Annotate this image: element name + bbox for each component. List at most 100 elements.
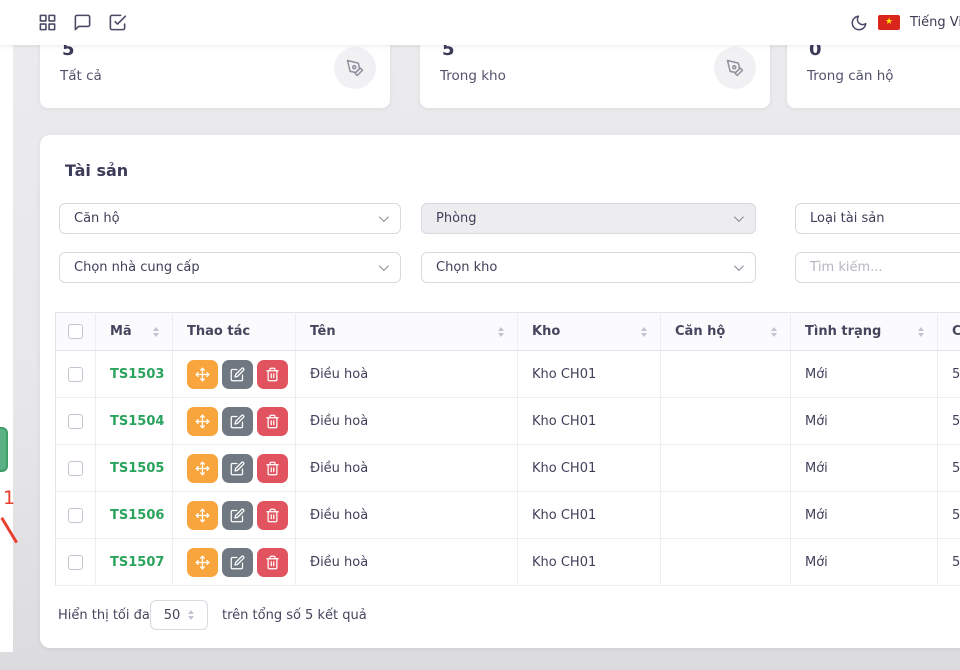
asset-code-link[interactable]: TS1505 (110, 461, 164, 476)
asset-status: Mới (791, 398, 938, 445)
asset-apartment (661, 398, 791, 445)
apartment-select[interactable]: Căn hộ (59, 203, 401, 234)
asset-status: Mới (791, 492, 938, 539)
delete-button[interactable] (257, 407, 288, 436)
row-checkbox[interactable] (68, 461, 83, 476)
move-icon (195, 508, 210, 523)
asset-extra: 5 (938, 398, 960, 445)
move-button[interactable] (187, 501, 218, 530)
header-apartment[interactable]: Căn hộ (661, 313, 791, 351)
warehouse-select[interactable]: Chọn kho (421, 252, 756, 283)
topbar: ★ Tiếng Việt (0, 0, 960, 45)
header-extra[interactable]: C (938, 313, 960, 351)
moon-icon[interactable] (850, 14, 868, 32)
assets-panel: Tài sản Căn hộ Phòng Loại tài sản Chọn n… (40, 135, 960, 648)
trash-icon (265, 461, 280, 476)
table-row: TS1505 Điều hoà Kho CH01 Mới 5 (56, 445, 960, 492)
pen-tool-icon (346, 59, 364, 77)
asset-code-link[interactable]: TS1504 (110, 414, 164, 429)
sort-icon (498, 327, 504, 337)
chevron-down-icon (734, 261, 744, 271)
asset-code-link[interactable]: TS1506 (110, 508, 164, 523)
asset-type-select-value: Loại tài sản (810, 211, 884, 226)
trash-icon (265, 555, 280, 570)
green-annotation-chip (0, 427, 8, 472)
asset-extra: 5 (938, 539, 960, 586)
table-row: TS1504 Điều hoà Kho CH01 Mới 5 (56, 398, 960, 445)
stepper-arrows-icon (188, 610, 194, 620)
delete-button[interactable] (257, 360, 288, 389)
edit-button[interactable] (222, 548, 253, 577)
warehouse-select-value: Chọn kho (436, 260, 497, 275)
move-button[interactable] (187, 548, 218, 577)
move-icon (195, 461, 210, 476)
move-button[interactable] (187, 454, 218, 483)
trash-icon (265, 414, 280, 429)
asset-warehouse: Kho CH01 (518, 539, 661, 586)
grid-icon[interactable] (38, 13, 57, 32)
select-all-cell (56, 313, 96, 351)
left-edge-strip (0, 45, 13, 652)
edit-button[interactable] (222, 454, 253, 483)
edit-icon (230, 461, 245, 476)
check-square-icon[interactable] (108, 13, 127, 32)
page-size-stepper[interactable]: 50 (150, 600, 208, 630)
language-label[interactable]: Tiếng Việt (910, 15, 960, 30)
asset-extra: 5 (938, 351, 960, 398)
asset-code-link[interactable]: TS1503 (110, 367, 164, 382)
asset-name: Điều hoà (296, 445, 518, 492)
asset-status: Mới (791, 539, 938, 586)
header-status[interactable]: Tình trạng (791, 313, 938, 351)
apartment-select-value: Căn hộ (74, 211, 120, 226)
edit-button[interactable] (222, 407, 253, 436)
pen-tool-button[interactable] (334, 47, 376, 89)
table-header-row: Mã Thao tác Tên Kho Căn hộ Tình trạng C (56, 313, 960, 351)
chevron-down-icon (379, 261, 389, 271)
move-button[interactable] (187, 407, 218, 436)
sort-icon (771, 327, 777, 337)
sort-icon (918, 327, 924, 337)
supplier-select-value: Chọn nhà cung cấp (74, 260, 200, 275)
edit-icon (230, 555, 245, 570)
supplier-select[interactable]: Chọn nhà cung cấp (59, 252, 401, 283)
delete-button[interactable] (257, 548, 288, 577)
asset-apartment (661, 492, 791, 539)
asset-name: Điều hoà (296, 492, 518, 539)
asset-apartment (661, 445, 791, 492)
asset-code-link[interactable]: TS1507 (110, 555, 164, 570)
topbar-right: ★ Tiếng Việt (850, 0, 960, 45)
delete-button[interactable] (257, 454, 288, 483)
asset-extra: 5 (938, 445, 960, 492)
room-select[interactable]: Phòng (421, 203, 756, 234)
pen-tool-button[interactable] (714, 47, 756, 89)
edit-icon (230, 414, 245, 429)
table-row: TS1503 Điều hoà Kho CH01 Mới 5 (56, 351, 960, 398)
stat-label: Trong kho (440, 68, 506, 84)
edit-icon (230, 508, 245, 523)
asset-apartment (661, 539, 791, 586)
row-checkbox[interactable] (68, 367, 83, 382)
stat-label: Trong căn hộ (807, 68, 894, 84)
results-total-text: trên tổng số 5 kết quả (222, 608, 367, 623)
move-button[interactable] (187, 360, 218, 389)
chevron-down-icon (734, 212, 744, 222)
row-checkbox[interactable] (68, 414, 83, 429)
header-code[interactable]: Mã (96, 313, 173, 351)
vietnam-flag-icon[interactable]: ★ (878, 15, 900, 30)
page-size-value: 50 (164, 608, 181, 623)
app: 5 Tất cả 5 Trong kho 0 Trong căn hộ Tài … (0, 0, 960, 670)
select-all-checkbox[interactable] (68, 324, 83, 339)
asset-status: Mới (791, 351, 938, 398)
header-name[interactable]: Tên (296, 313, 518, 351)
edit-icon (230, 367, 245, 382)
chat-icon[interactable] (73, 13, 92, 32)
row-checkbox[interactable] (68, 555, 83, 570)
delete-button[interactable] (257, 501, 288, 530)
edit-button[interactable] (222, 501, 253, 530)
row-checkbox[interactable] (68, 508, 83, 523)
chevron-down-icon (379, 212, 389, 222)
edit-button[interactable] (222, 360, 253, 389)
header-warehouse[interactable]: Kho (518, 313, 661, 351)
asset-type-select[interactable]: Loại tài sản (795, 203, 960, 234)
search-input[interactable] (795, 252, 960, 283)
